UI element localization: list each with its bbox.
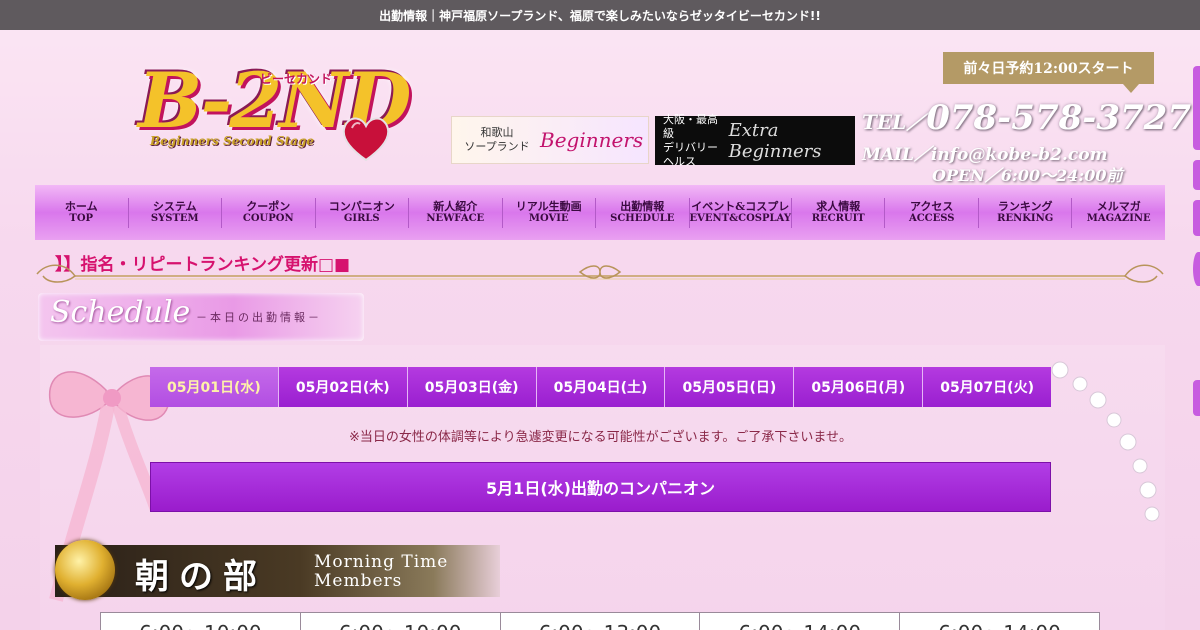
beginners-logo: Beginners [540, 128, 644, 152]
main-nav: ホーム TOP システム SYSTEM クーポン COUPON コンパニオン GIRLS 新人紹… [35, 185, 1165, 240]
top-header-bar: 出勤情報｜神戸福原ソープランド、福原で楽しみたいならゼッタイビーセカンド!! [0, 0, 1200, 30]
ornamental-divider [36, 264, 1164, 283]
nav-label-en: SYSTEM [150, 212, 199, 224]
nav-item-movie[interactable]: リアル生動画 MOVIE [503, 197, 596, 228]
nav-label-jp: 出勤情報 [620, 199, 665, 213]
schedule-notice: ※当日の女性の体調等により急遽変更になる可能性がございます。ご了承下さいませ。 [349, 430, 852, 445]
site-logo[interactable]: B-2ND ビーセカンド Beginners Second Stage [120, 48, 411, 183]
logo-tagline: Beginners Second Stage [150, 134, 314, 148]
side-tab[interactable] [1193, 200, 1200, 236]
nav-label-jp: システム [152, 199, 197, 213]
shift-time-row: 6:00～10:006:00～10:006:00～13:006:00～14:00… [100, 612, 1100, 630]
nav-label-en: GIRLS [343, 212, 380, 224]
side-tab[interactable] [1193, 252, 1200, 286]
nav-item-system[interactable]: システム SYSTEM [129, 197, 222, 228]
side-tab[interactable] [1193, 66, 1200, 150]
nav-item-event-cosplay[interactable]: イベント&コスプレ EVENT&COSPLAY [689, 197, 792, 228]
morning-title-jp: 朝の部 [135, 557, 267, 597]
schedule-title-en: Schedule [50, 295, 191, 330]
nav-label-en: EVENT&COSPLAY [689, 212, 791, 224]
site-description: 出勤情報｜神戸福原ソープランド、福原で楽しみたいならゼッタイビーセカンド!! [379, 8, 821, 23]
nav-label-jp: リアル生動画 [515, 199, 582, 213]
schedule-heading: Schedule －本日の出勤情報－ [38, 293, 364, 341]
nav-label-en: TOP [69, 212, 94, 224]
companion-heading: 5月1日(水)出勤のコンパニオン [150, 462, 1051, 512]
shift-time-cell: 6:00～10:00 [299, 612, 500, 630]
day-tab[interactable]: 05月02日(木) [278, 367, 408, 407]
nav-item-newface[interactable]: 新人紹介 NEWFACE [409, 197, 503, 228]
day-tab[interactable]: 05月04日(土) [536, 367, 666, 407]
morning-title-en: Morning Time Members [314, 552, 449, 591]
gold-medal-icon [55, 540, 115, 600]
nav-label-jp: コンパニオン [328, 199, 395, 213]
extra-beginners-banner[interactable]: 大阪・最高級 デリバリー ヘルス Extra Beginners [655, 113, 855, 168]
logo-kana: ビーセカンド [260, 72, 333, 86]
nav-item-renking[interactable]: ランキング RENKING [979, 197, 1073, 228]
nav-label-jp: ランキング [997, 199, 1053, 213]
nav-item-girls[interactable]: コンパニオン GIRLS [316, 197, 409, 228]
heart-icon [342, 117, 390, 162]
nav-item-schedule[interactable]: 出勤情報 SCHEDULE [596, 197, 690, 228]
opening-hours: OPEN／6:00～24:00前 [932, 166, 1123, 185]
nav-item-top[interactable]: ホーム TOP [35, 197, 129, 228]
day-tab[interactable]: 05月07日(火) [923, 367, 1052, 407]
side-tab[interactable] [1193, 380, 1200, 416]
nav-item-magazine[interactable]: メルマガ MAGAZINE [1072, 198, 1165, 228]
day-tab[interactable]: 05月03日(金) [407, 367, 537, 407]
nav-item-recruit[interactable]: 求人情報 RECRUIT [792, 197, 886, 228]
banner-label: 大阪・最高級 デリバリー ヘルス [663, 112, 718, 168]
nav-label-en: RECRUIT [811, 212, 865, 224]
banner-label: 和歌山 ソープランド [464, 126, 530, 153]
badge-pointer [1123, 84, 1139, 93]
nav-label-en: MOVIE [528, 212, 569, 224]
nav-label-en: RENKING [997, 212, 1054, 224]
nav-item-access[interactable]: アクセス ACCESS [885, 197, 979, 228]
side-tab[interactable] [1193, 160, 1200, 190]
reservation-badge: 前々日予約12:00スタート [943, 52, 1154, 84]
nav-label-en: MAGAZINE [1086, 212, 1151, 224]
nav-item-coupon[interactable]: クーポン COUPON [222, 197, 316, 228]
shift-time-cell: 6:00～14:00 [899, 612, 1100, 630]
nav-label-jp: 新人紹介 [433, 199, 478, 213]
nav-label-jp: クーポン [246, 199, 291, 213]
wakayama-beginners-banner[interactable]: 和歌山 ソープランド Beginners [451, 116, 649, 164]
day-tab[interactable]: 05月06日(月) [794, 367, 924, 407]
day-tab[interactable]: 05月05日(日) [665, 367, 795, 407]
schedule-title-jp: －本日の出勤情報－ [196, 311, 322, 324]
nav-label-en: SCHEDULE [610, 212, 675, 224]
nav-label-jp: アクセス [909, 199, 954, 213]
extra-beginners-logo: Extra Beginners [728, 119, 822, 162]
nav-label-jp: メルマガ [1096, 199, 1141, 213]
pearl-chain-decoration-icon [1051, 361, 1160, 522]
nav-label-en: ACCESS [908, 212, 955, 224]
shift-time-cell: 6:00～14:00 [699, 612, 900, 630]
nav-label-en: NEWFACE [426, 212, 485, 224]
nav-label-jp: イベント&コスプレ [691, 199, 790, 213]
nav-label-en: COUPON [242, 212, 294, 224]
schedule-day-tabs: 05月01日(水) 05月02日(木) 05月03日(金) 05月04日(土) 05月0… [150, 367, 1052, 407]
shift-time-cell: 6:00～13:00 [499, 612, 700, 630]
nav-label-jp: 求人情報 [816, 199, 861, 213]
day-tab[interactable]: 05月01日(水) [150, 367, 279, 407]
shift-time-cell: 6:00～10:00 [100, 612, 300, 630]
nav-label-jp: ホーム [64, 199, 98, 213]
phone-number[interactable]: TEL／078-578-3727 [862, 98, 1191, 138]
